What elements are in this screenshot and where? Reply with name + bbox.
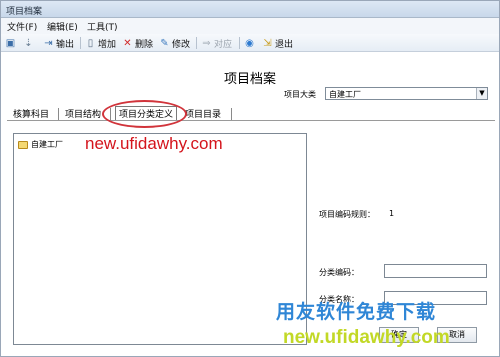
watermark-url: new.ufidawhy.com [85,134,223,153]
category-code-input[interactable] [384,264,487,278]
code-rule-label: 项目编码规则： [319,210,375,219]
project-archive-window: 项目档案 文件(F) 编辑(E) 工具(T) ▣ ⇣ ⇥ 输出 ▯ 增加 ✕ 删除 ✎… [0,0,500,357]
add-label: 增加 [98,39,117,50]
title-bar: 项目档案 [1,1,499,18]
category-tree[interactable]: 自建工厂 [13,133,307,345]
delete-button[interactable]: ✕ 删除 [122,36,153,50]
delete-label: 删除 [135,39,154,50]
help-icon: ◉ [245,37,254,49]
exit-label: 退出 [275,39,294,50]
preview-button[interactable]: ⇣ [23,36,34,50]
export-icon: ⇥ [44,37,53,49]
page-title: 项目档案 [223,72,276,87]
add-button[interactable]: ▯ 增加 [85,36,116,50]
match-label: 对应 [214,39,233,50]
export-label: 输出 [56,39,75,50]
project-category-value: 自建工厂 [329,90,361,99]
add-icon: ▯ [87,37,94,49]
tree-item-label: 自建工厂 [31,140,63,149]
tab-accounting-subject[interactable]: 核算科目 [13,107,49,120]
project-category-label: 项目大类 [284,90,316,99]
tab-project-catalog[interactable]: 项目目录 [185,107,221,120]
chevron-down-icon[interactable]: ▼ [476,88,487,99]
tab-separator [231,108,232,120]
match-button[interactable]: ⇒ 对应 [201,36,232,50]
highlight-annotation [102,100,187,128]
category-code-label: 分类编码： [319,268,359,277]
modify-label: 修改 [172,39,191,50]
modify-button[interactable]: ✎ 修改 [159,36,190,50]
modify-icon: ✎ [160,37,169,49]
exit-icon: ⇲ [263,37,272,49]
toolbar-separator [196,37,197,49]
menu-bar: 文件(F) 编辑(E) 工具(T) [1,18,499,34]
folder-icon [18,140,28,149]
code-rule-value: 1 [389,209,395,218]
menu-edit[interactable]: 编辑(E) [47,20,78,33]
menu-file[interactable]: 文件(F) [7,20,37,33]
print-button[interactable]: ▣ [5,36,16,50]
match-icon: ⇒ [202,37,211,49]
print-icon: ▣ [5,37,16,49]
toolbar-separator [239,37,240,49]
export-button[interactable]: ⇥ 输出 [43,36,74,50]
exit-button[interactable]: ⇲ 退出 [262,36,293,50]
toolbar-separator [80,37,81,49]
tab-separator [58,108,59,120]
tab-project-structure[interactable]: 项目结构 [65,107,101,120]
toolbar: ▣ ⇣ ⇥ 输出 ▯ 增加 ✕ 删除 ✎ 修改 ⇒ 对应 ◉ ⇲ 退出 [1,34,499,52]
tree-item[interactable]: 自建工厂 [18,139,63,150]
tab-baseline [7,120,495,121]
window-title: 项目档案 [6,7,43,17]
project-category-select[interactable]: 自建工厂 ▼ [325,87,488,100]
delete-icon: ✕ [123,37,132,49]
help-button[interactable]: ◉ [244,36,255,50]
menu-tools[interactable]: 工具(T) [87,20,118,33]
watermark-brand-text: 用友软件免费下载 [276,301,437,323]
preview-icon: ⇣ [24,37,33,49]
watermark-brand-url: new.ufidawhy.com [283,327,450,348]
